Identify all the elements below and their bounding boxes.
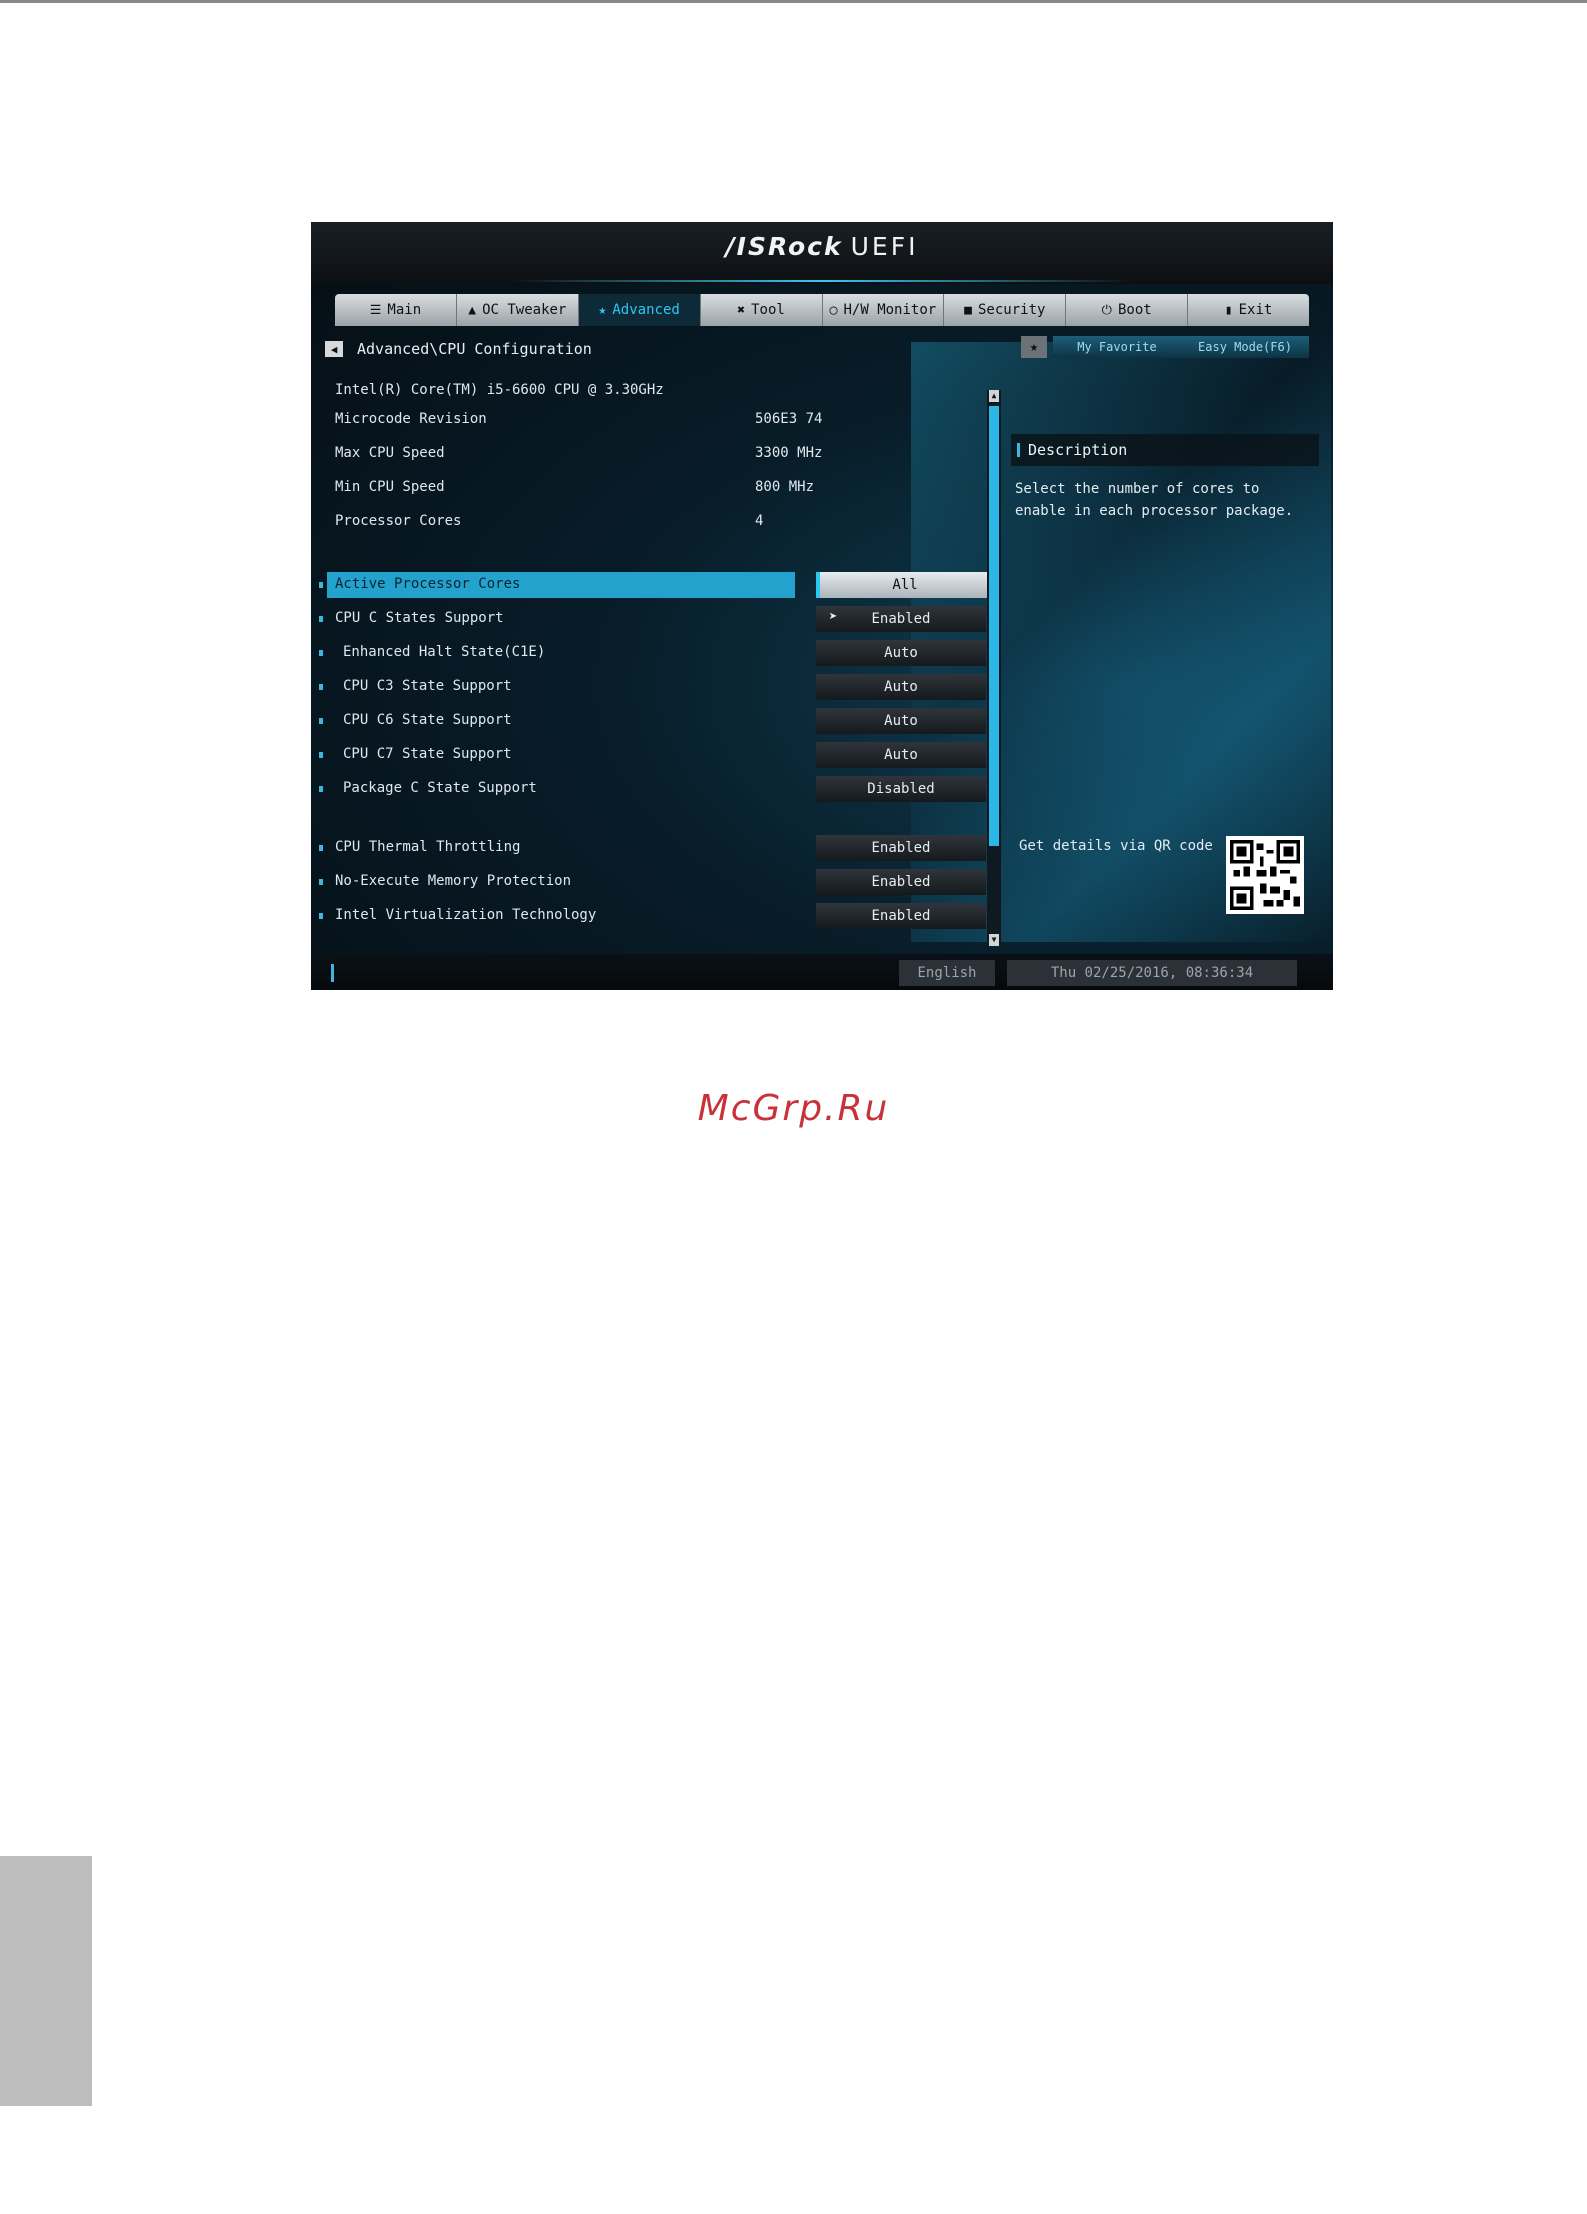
info-row: Max CPU Speed 3300 MHz (335, 445, 823, 461)
info-row: Microcode Revision 506E3 74 (335, 411, 823, 427)
info-row: Min CPU Speed 800 MHz (335, 479, 815, 495)
my-favorite-button[interactable]: My Favorite (1053, 336, 1181, 358)
main-tabs: ☰ Main ▲ OC Tweaker ★ Advanced ✖ Tool ◯ H/W M… (335, 294, 1309, 326)
setting-value-select[interactable]: Enabled (816, 835, 986, 861)
tab-main[interactable]: ☰ Main (335, 294, 457, 326)
setting-row-package-c-state[interactable]: Package C State Support Disabled (319, 775, 1094, 803)
setting-row-c7[interactable]: CPU C7 State Support Auto (319, 741, 1094, 769)
back-arrow-icon[interactable]: ◀ (325, 341, 343, 357)
favorite-group: ★ My Favorite (1021, 336, 1181, 358)
qr-caption: Get details via QR code (1019, 838, 1213, 854)
page-side-tab (0, 1856, 92, 2106)
setting-row-c3[interactable]: CPU C3 State Support Auto (319, 673, 1094, 701)
bios-screen: /ISRock UEFI ☰ Main ▲ OC Tweaker ★ Advanced … (311, 222, 1333, 990)
setting-row-c6[interactable]: CPU C6 State Support Auto (319, 707, 1094, 735)
tab-boot[interactable]: ⏻ Boot (1066, 294, 1189, 326)
description-marker-icon (1017, 443, 1020, 457)
bullet-icon (319, 582, 323, 588)
qr-code-icon[interactable] (1226, 836, 1304, 914)
setting-value-select[interactable]: Enabled (816, 606, 986, 632)
tab-advanced[interactable]: ★ Advanced (578, 294, 701, 326)
rocket-icon: ▲ (468, 302, 477, 318)
bullet-icon (319, 650, 323, 656)
setting-row-nx-protection[interactable]: No-Execute Memory Protection Enabled (319, 868, 1094, 896)
setting-value-select[interactable]: Enabled (816, 903, 986, 929)
easy-mode-button[interactable]: Easy Mode(F6) (1181, 336, 1309, 358)
setting-value-select[interactable]: Disabled (816, 776, 986, 802)
brand-logo: /ISRock UEFI (725, 232, 919, 261)
setting-value-select[interactable]: Auto (816, 742, 986, 768)
setting-value-select[interactable]: Auto (816, 708, 986, 734)
power-icon: ⏻ (1101, 302, 1112, 318)
scroll-down-arrow-icon[interactable]: ▼ (989, 934, 999, 946)
watermark-text: McGrp.Ru (697, 1088, 890, 1129)
tool-icon: ✖ (737, 302, 746, 318)
setting-value-select[interactable]: Auto (816, 674, 986, 700)
bullet-icon (319, 879, 323, 885)
cpu-name: Intel(R) Core(TM) i5-6600 CPU @ 3.30GHz (335, 382, 664, 398)
exit-icon: ▮ (1224, 302, 1233, 318)
bullet-icon (319, 786, 323, 792)
tab-security[interactable]: ■ Security (944, 294, 1067, 326)
breadcrumb-path: Advanced\CPU Configuration (357, 340, 592, 358)
bullet-icon (319, 913, 323, 919)
bullet-icon (319, 718, 323, 724)
monitor-icon: ◯ (829, 302, 838, 318)
language-select[interactable]: English (899, 960, 995, 986)
scrollbar-thumb[interactable] (989, 406, 999, 846)
description-text: Select the number of cores to enable in … (1015, 481, 1294, 519)
breadcrumb: ◀ Advanced\CPU Configuration (325, 340, 592, 358)
tab-tool[interactable]: ✖ Tool (701, 294, 823, 326)
setting-row-virtualization[interactable]: Intel Virtualization Technology Enabled (319, 902, 1094, 930)
tab-oc-tweaker[interactable]: ▲ OC Tweaker (457, 294, 579, 326)
bullet-icon (319, 684, 323, 690)
setting-row-cpu-c-states[interactable]: CPU C States Support Enabled ➤ (319, 605, 1094, 633)
shield-icon: ■ (964, 302, 972, 318)
date-time-display: Thu 02/25/2016, 08:36:34 (1007, 960, 1297, 986)
tab-hw-monitor[interactable]: ◯ H/W Monitor (823, 294, 945, 326)
page-top-rule (0, 0, 1587, 3)
setting-row-c1e[interactable]: Enhanced Halt State(C1E) Auto (319, 639, 1094, 667)
info-row: Processor Cores 4 (335, 513, 764, 529)
setting-row-thermal-throttling[interactable]: CPU Thermal Throttling Enabled (319, 834, 1094, 862)
bios-header: /ISRock UEFI (311, 222, 1333, 284)
setting-row-active-processor-cores[interactable]: Active Processor Cores All (319, 571, 1094, 599)
favorite-star-icon[interactable]: ★ (1021, 336, 1047, 358)
description-header: Description (1011, 434, 1319, 466)
scroll-up-arrow-icon[interactable]: ▲ (989, 390, 999, 402)
setting-value-select[interactable]: Enabled (816, 869, 986, 895)
tab-exit[interactable]: ▮ Exit (1188, 294, 1309, 326)
setting-value-select[interactable]: Auto (816, 640, 986, 666)
setting-value-select[interactable]: All (816, 572, 994, 598)
bullet-icon (319, 616, 323, 622)
scrollbar[interactable]: ▲ ▼ (987, 390, 1001, 946)
star-icon: ★ (598, 302, 607, 318)
status-marker-icon (331, 964, 334, 982)
list-icon: ☰ (369, 302, 382, 318)
mouse-pointer-icon: ➤ (829, 609, 838, 625)
bullet-icon (319, 752, 323, 758)
bullet-icon (319, 845, 323, 851)
